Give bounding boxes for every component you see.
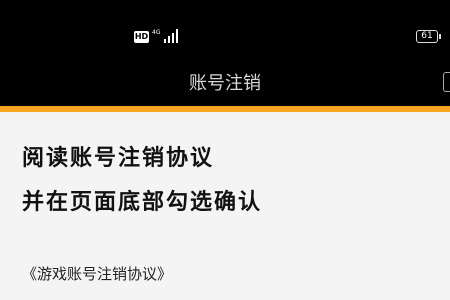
instruction-heading-line1: 阅读账号注销协议 [22,146,215,171]
menu-button[interactable] [443,72,450,92]
agreement-link[interactable]: 《游戏账号注销协议》 [22,263,172,284]
page-title: 账号注销 [189,73,261,94]
main-content: 阅读账号注销协议 并在页面底部勾选确认 《游戏账号注销协议》 [0,112,450,300]
instruction-heading-line2: 并在页面底部勾选确认 [22,190,263,215]
battery-icon: 61 [416,30,438,43]
network-type-label: 4G [152,29,161,36]
status-bar: HD 4G 61 [0,0,450,68]
battery-level: 61 [421,31,433,41]
hd-icon: HD [134,31,149,43]
battery-tip [439,34,441,39]
signal-icon [164,29,178,43]
header-bar: 账号注销 [0,68,450,106]
